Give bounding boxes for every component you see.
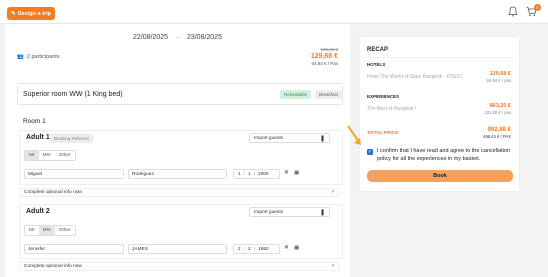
recap-title: RECAP (367, 47, 389, 53)
optional-info-row[interactable]: Complete optional info now › (19, 188, 339, 197)
optional-info-row[interactable]: Complete optional info now › (19, 262, 339, 271)
birth-day: 1 (238, 171, 241, 177)
total-price-label: TOTAL PRICE (367, 131, 399, 136)
first-name-field[interactable]: Jennifer (24, 244, 124, 254)
birthdate-field[interactable]: 2 / 2 / 1982 (233, 244, 280, 254)
booking-referent-badge: Booking Referent (50, 134, 93, 143)
date-to: 23/08/2025 (186, 34, 222, 41)
gender-mrs[interactable]: Mrs (39, 151, 55, 160)
gender-mrs[interactable]: Mrs (38, 226, 55, 235)
price-per-pax: 64,84 € / Pax (311, 61, 338, 66)
hotel-price: 129,68 € 64,84 € / pax (486, 71, 511, 83)
adult-card-2: Adult 2 Import guests ❚ Mr Mrs Other Jen… (19, 204, 343, 259)
gender-selector: Mr Mrs Other (24, 225, 76, 236)
room-label: Room 1 (23, 118, 46, 125)
adult-title: Adult 2 (26, 208, 50, 215)
booking-panel: 22/08/2025 → 23/08/2025 👥 2 participants… (5, 24, 350, 277)
gender-mr[interactable]: Mr (25, 151, 39, 160)
adult-title: Adult 1 (26, 134, 50, 141)
confirm-checkbox[interactable]: ✓ (367, 149, 373, 155)
birth-year: 2005 (258, 171, 269, 177)
calendar-icon[interactable]: ▦ (294, 170, 299, 176)
clear-icon[interactable]: ✕ (284, 244, 289, 251)
import-icon: ❚ (319, 136, 325, 142)
gender-selector: Mr Mrs Other (24, 150, 76, 161)
chevron-right-icon: › (332, 263, 334, 269)
gender-mr[interactable]: Mr (25, 226, 39, 235)
last-name-field[interactable]: Rodriguez (128, 169, 227, 179)
chevron-right-icon: › (332, 189, 334, 195)
participants-label: 2 participants (26, 54, 60, 60)
experience-price: 863,20 € 431,60 € / pax (484, 103, 511, 115)
hotel-name: Hotel The World of Siam Bangkok - KTEST (367, 74, 463, 80)
refundable-badge: Refundable (280, 90, 312, 99)
top-bar: ✎ Design a trip 0 (0, 0, 548, 24)
hotels-label: HOTELS (367, 62, 386, 67)
arrow-right-icon: → (174, 34, 181, 41)
pointer-arrow-icon (347, 125, 361, 145)
cancellation-confirm: ✓ I confirm that I have read and agree t… (367, 147, 515, 163)
clear-icon[interactable]: ✕ (284, 169, 289, 176)
adult-card-1: Adult 1 Booking Referent Import guests ❚… (19, 130, 343, 185)
experiences-label: EXPERIENCES (367, 94, 400, 99)
trip-dates: 22/08/2025 → 23/08/2025 (5, 34, 350, 41)
import-icon: ❚ (319, 210, 325, 216)
gender-other[interactable]: Other (55, 226, 75, 235)
price-new: 129,68 € (310, 53, 338, 60)
birth-month: 1 (248, 171, 251, 177)
bell-icon[interactable] (508, 6, 518, 17)
confirm-text: I confirm that I have read and agree to … (377, 148, 510, 162)
design-trip-label: Design a trip (17, 10, 51, 17)
price-old: 135,50 € (320, 47, 338, 52)
date-from: 22/08/2025 (133, 34, 169, 41)
import-guests-select[interactable]: Import guests ❚ (249, 133, 330, 143)
trip-price: 135,50 € 129,68 € 64,84 € / Pax (311, 47, 338, 66)
last-name-field[interactable]: JAMES (128, 244, 227, 254)
room-card: Superior room WW (1 King bed) Refundable… (17, 83, 343, 105)
birth-month: 2 (248, 246, 251, 252)
import-guests-select[interactable]: Import guests ❚ (249, 207, 330, 217)
birthdate-field[interactable]: 1 / 1 / 2005 (233, 169, 280, 179)
total-price: 992,88 € 496,44 € / PAX (483, 127, 511, 139)
design-trip-button[interactable]: ✎ Design a trip (7, 7, 55, 20)
users-icon: 👥 (17, 54, 24, 60)
experience-name: The Best of Bangkok ! (367, 106, 417, 112)
birth-year: 1982 (258, 246, 269, 252)
first-name-field[interactable]: Miguel (24, 169, 124, 179)
recap-panel: RECAP HOTELS Hotel The World of Siam Ban… (359, 36, 520, 192)
divider (367, 57, 514, 58)
book-button[interactable]: Book (367, 170, 513, 182)
room-title: Superior room WW (1 King bed) (23, 91, 123, 98)
calendar-icon[interactable]: ▦ (294, 245, 299, 251)
participants: 👥 2 participants (17, 54, 60, 60)
cart-count-badge: 0 (534, 4, 541, 11)
breakfast-badge: Breakfast (315, 90, 343, 99)
wand-icon: ✎ (11, 10, 16, 17)
birth-day: 2 (238, 246, 241, 252)
gender-other[interactable]: Other (55, 151, 75, 160)
